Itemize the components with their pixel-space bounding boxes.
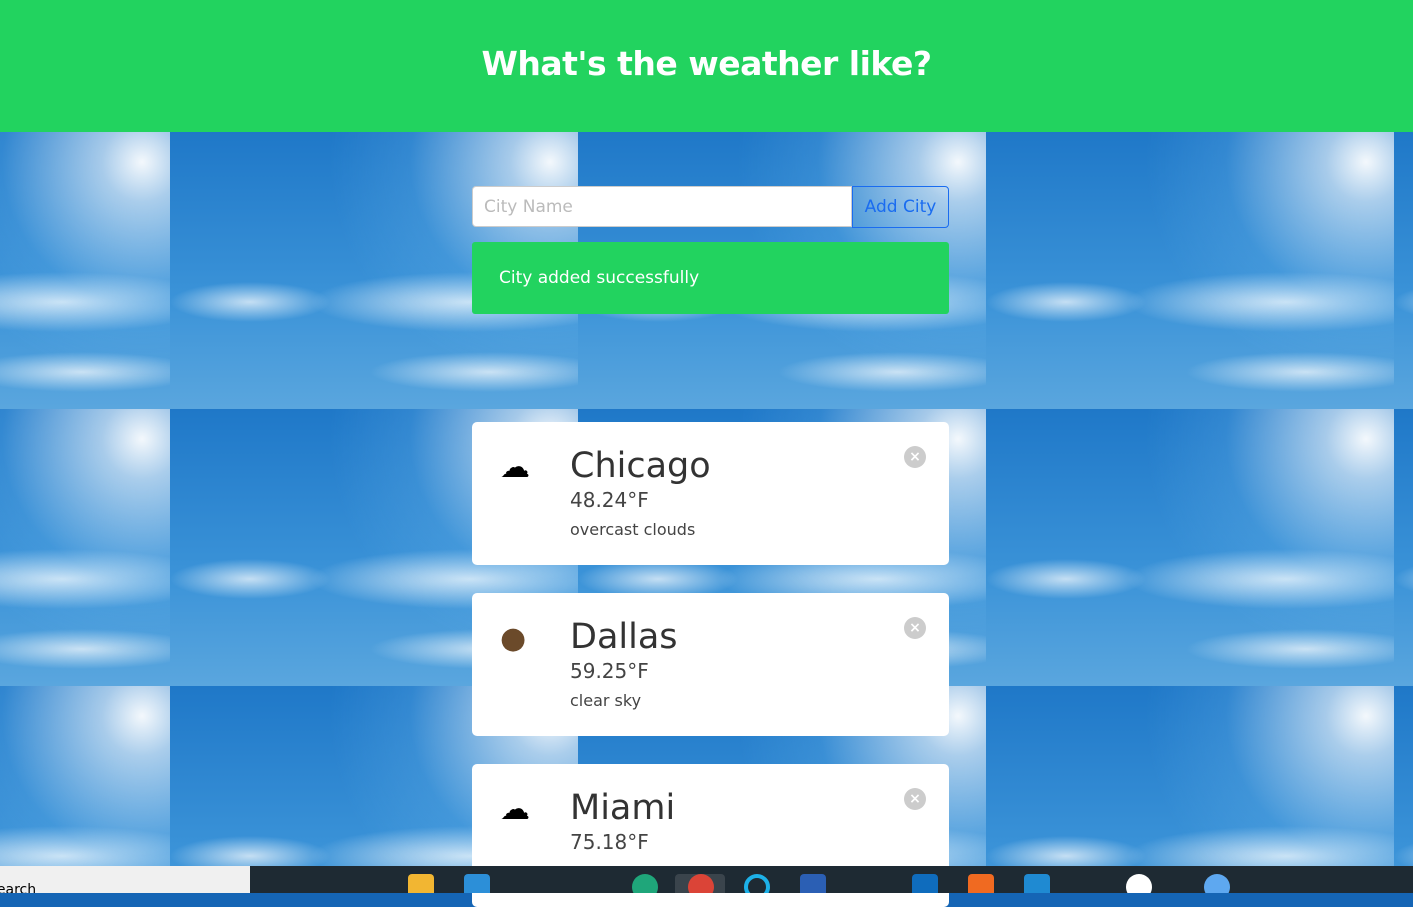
outlook-icon[interactable] (912, 874, 938, 893)
add-city-form: Add City (472, 186, 949, 228)
cortana-icon[interactable] (744, 874, 770, 893)
chrome-icon[interactable] (688, 874, 714, 893)
app-header: What's the weather like? (0, 0, 1413, 132)
mail-icon[interactable] (464, 874, 490, 893)
city-temp: 59.25°F (570, 659, 649, 683)
taskbar: Search (0, 866, 1413, 893)
city-temp: 75.18°F (570, 830, 649, 854)
close-icon[interactable]: × (904, 617, 926, 639)
city-card-dallas: ● Dallas 59.25°F clear sky × (472, 593, 949, 736)
file-explorer-icon[interactable] (408, 874, 434, 893)
taskbar-search[interactable]: Search (0, 866, 250, 893)
city-desc: overcast clouds (570, 520, 696, 539)
app-icon[interactable] (968, 874, 994, 893)
broken-clouds-icon: ☁ (500, 450, 530, 485)
clear-sky-icon: ● (500, 621, 527, 656)
page-title: What's the weather like? (481, 43, 932, 83)
city-name: Miami (570, 788, 676, 828)
city-card-chicago: ☁ Chicago 48.24°F overcast clouds × (472, 422, 949, 565)
help-icon[interactable] (1126, 874, 1152, 893)
city-name: Chicago (570, 446, 711, 486)
close-icon[interactable]: × (904, 788, 926, 810)
city-desc: clear sky (570, 691, 642, 710)
vscode-icon[interactable] (1024, 874, 1050, 893)
city-name: Dallas (570, 617, 678, 657)
city-temp: 48.24°F (570, 488, 649, 512)
add-city-button[interactable]: Add City (852, 186, 949, 228)
word-icon[interactable] (800, 874, 826, 893)
city-name-input[interactable] (472, 186, 852, 227)
weather-icon[interactable] (1204, 874, 1230, 893)
edge-icon[interactable] (632, 874, 658, 893)
close-icon[interactable]: × (904, 446, 926, 468)
success-alert: City added successfully (472, 242, 949, 314)
